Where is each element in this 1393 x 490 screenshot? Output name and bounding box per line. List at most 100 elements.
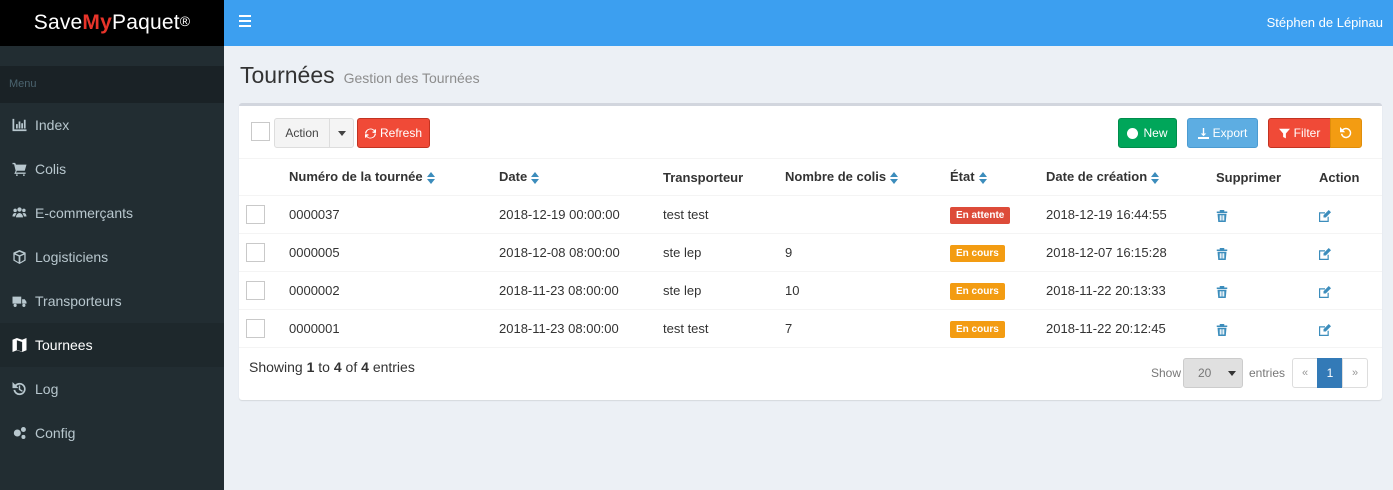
sidebar-item-colis[interactable]: Colis: [0, 147, 224, 191]
circle-icon: [1127, 127, 1139, 139]
new-button[interactable]: New: [1118, 118, 1177, 148]
next-page-button[interactable]: »: [1342, 358, 1368, 388]
page-title: Tournées: [240, 62, 335, 88]
cell-date: 2018-11-23 08:00:00: [499, 271, 663, 310]
sidebar: Menu Index Colis E-commerçants Logisticiens…: [0, 46, 224, 490]
cell-transporteur: ste lep: [663, 233, 785, 272]
prev-page-button[interactable]: «: [1292, 358, 1318, 388]
cube-icon: [11, 250, 27, 264]
edit-icon[interactable]: [1319, 285, 1331, 298]
cell-creation: 2018-11-22 20:13:33: [1046, 271, 1216, 310]
status-badge: En cours: [950, 244, 1005, 262]
action-button[interactable]: Action: [274, 118, 330, 148]
sort-icon[interactable]: [890, 171, 899, 185]
cart-icon: [11, 162, 27, 176]
sidebar-item-label: Config: [35, 425, 76, 441]
sidebar-item-label: Tournees: [35, 337, 93, 353]
brand-logo[interactable]: Save My Paquet ®: [0, 0, 224, 46]
sidebar-item-config[interactable]: Config: [0, 411, 224, 455]
cell-colis: 7: [785, 309, 950, 348]
cell-transporteur: ste lep: [663, 271, 785, 310]
cell-date: 2018-12-08 08:00:00: [499, 233, 663, 272]
sort-icon[interactable]: [1151, 171, 1160, 185]
main-content: Tournées Gestion des Tournées Action Ref…: [224, 46, 1393, 490]
sidebar-item-transporteurs[interactable]: Transporteurs: [0, 279, 224, 323]
sort-icon[interactable]: [978, 171, 988, 185]
trash-icon[interactable]: [1216, 323, 1228, 336]
show-label: Show: [1151, 366, 1182, 380]
brand-part-1: Save: [33, 11, 83, 34]
sort-icon[interactable]: [531, 171, 540, 185]
col-supprimer-header: Supprimer: [1216, 158, 1319, 196]
new-label: New: [1143, 126, 1168, 140]
filter-icon: [1278, 128, 1290, 138]
brand-registered: ®: [179, 13, 191, 29]
cell-colis: 10: [785, 271, 950, 310]
menu-toggle-icon[interactable]: [239, 15, 251, 27]
sidebar-item-logisticiens[interactable]: Logisticiens: [0, 235, 224, 279]
entries-label: entries: [1249, 366, 1286, 380]
filter-button[interactable]: Filter: [1268, 118, 1331, 148]
sidebar-item-tournees[interactable]: Tournees: [0, 323, 224, 367]
export-button[interactable]: Export: [1187, 118, 1258, 148]
row-checkbox[interactable]: [246, 281, 265, 300]
top-navbar: Stéphen de Lépinau: [224, 0, 1393, 46]
col-creation-header[interactable]: Date de création: [1046, 158, 1216, 196]
sidebar-item-label: Log: [35, 381, 59, 397]
sidebar-item-e-commer-ants[interactable]: E-commerçants: [0, 191, 224, 235]
cell-numero: 0000002: [289, 271, 499, 310]
cell-numero: 0000001: [289, 309, 499, 348]
action-dropdown-toggle[interactable]: [329, 118, 354, 148]
pagination: « 1 »: [1292, 358, 1368, 388]
col-action-header: Action: [1319, 158, 1382, 196]
table-row: 0000005 2018-12-08 08:00:00 ste lep 9 En cou…: [239, 233, 1382, 272]
bar-chart-icon: [11, 118, 27, 132]
sidebar-item-label: Colis: [35, 161, 67, 177]
reset-filter-button[interactable]: [1330, 118, 1362, 148]
edit-icon[interactable]: [1319, 247, 1331, 260]
cell-transporteur: test test: [663, 195, 785, 234]
sort-icon[interactable]: [426, 171, 436, 185]
col-date-header[interactable]: Date: [499, 158, 663, 196]
sidebar-item-index[interactable]: Index: [0, 103, 224, 147]
tours-panel: Action Refresh New Export Filter Numéro …: [239, 103, 1382, 400]
row-checkbox[interactable]: [246, 243, 265, 262]
page-1-button[interactable]: 1: [1317, 358, 1343, 388]
status-badge: En attente: [950, 206, 1011, 224]
trash-icon[interactable]: [1216, 285, 1228, 298]
edit-icon[interactable]: [1319, 323, 1331, 336]
col-numero-header[interactable]: Numéro de la tournée: [289, 158, 499, 196]
cell-creation: 2018-12-19 16:44:55: [1046, 195, 1216, 234]
row-checkbox[interactable]: [246, 319, 265, 338]
cogs-icon: [11, 426, 27, 440]
cell-numero: 0000005: [289, 233, 499, 272]
table-row: 0000037 2018-12-19 00:00:00 test test En at…: [239, 195, 1382, 234]
table-row: 0000002 2018-11-23 08:00:00 ste lep 10 En co…: [239, 271, 1382, 310]
download-icon: [1197, 127, 1209, 139]
trash-icon[interactable]: [1216, 247, 1228, 260]
cell-numero: 0000037: [289, 195, 499, 234]
refresh-button[interactable]: Refresh: [357, 118, 430, 148]
col-colis-header[interactable]: Nombre de colis: [785, 158, 950, 196]
sidebar-item-log[interactable]: Log: [0, 367, 224, 411]
users-icon: [11, 206, 27, 220]
row-checkbox[interactable]: [246, 205, 265, 224]
col-etat-header[interactable]: État: [950, 158, 1046, 196]
sidebar-item-label: Index: [35, 117, 70, 133]
status-badge: En cours: [950, 320, 1005, 338]
cell-creation: 2018-11-22 20:12:45: [1046, 309, 1216, 348]
user-menu[interactable]: Stéphen de Lépinau: [1267, 15, 1383, 30]
brand-part-2: My: [82, 11, 112, 34]
filter-label: Filter: [1293, 126, 1321, 140]
page-size-select[interactable]: 20: [1183, 358, 1243, 388]
select-all-checkbox[interactable]: [251, 122, 270, 141]
col-transporteur-header: Transporteur: [663, 158, 785, 196]
trash-icon[interactable]: [1216, 209, 1228, 222]
brand-part-3: Paquet: [111, 11, 180, 34]
sidebar-header: Menu: [0, 66, 224, 103]
edit-icon[interactable]: [1319, 209, 1331, 222]
refresh-icon: [364, 128, 376, 138]
cell-transporteur: test test: [663, 309, 785, 348]
undo-icon: [1340, 127, 1352, 139]
cell-colis: [785, 195, 950, 234]
